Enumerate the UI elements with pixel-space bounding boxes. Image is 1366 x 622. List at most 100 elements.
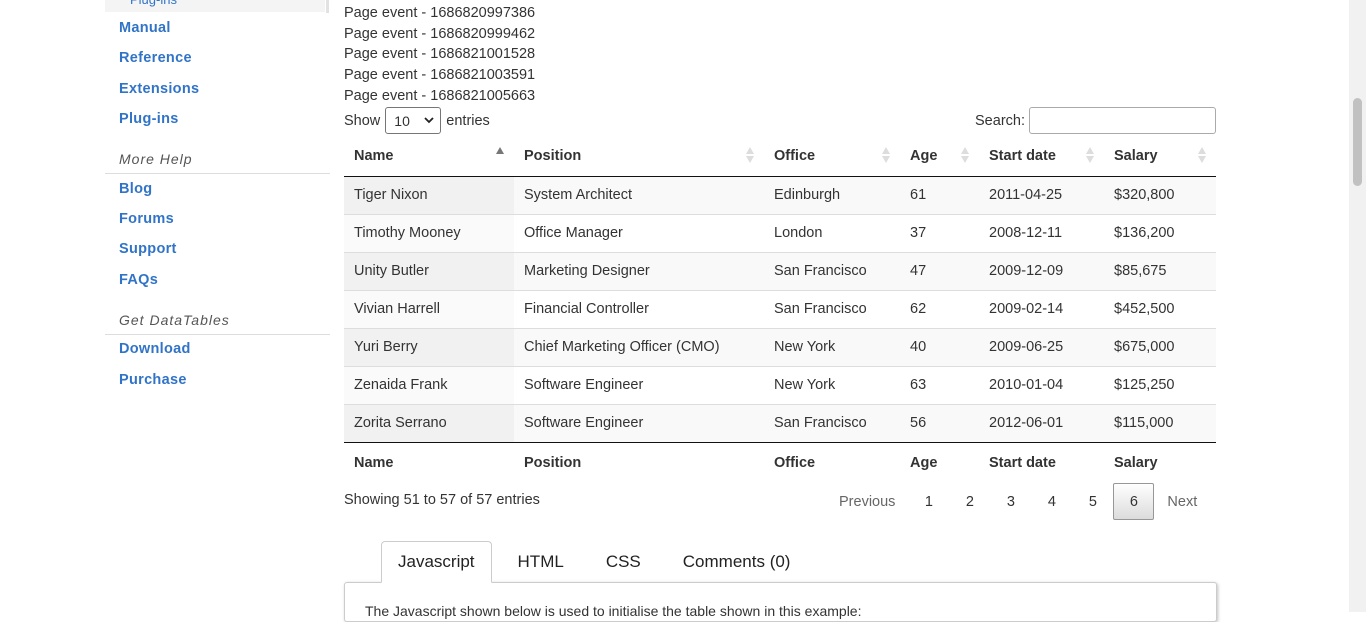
sidebar-link-purchase[interactable]: Purchase [119, 372, 187, 388]
page-button-1[interactable]: 1 [908, 483, 949, 520]
sidebar-link-support[interactable]: Support [119, 241, 177, 257]
event-log-line: Page event - 1686820999462 [344, 26, 536, 42]
sidebar-heading-more-help: More Help [119, 151, 193, 167]
tab-css[interactable]: CSS [590, 541, 657, 583]
next-page-button[interactable]: Next [1154, 483, 1210, 520]
sidebar-link-manual[interactable]: Manual [119, 20, 171, 36]
cell-position: Office Manager [514, 213, 764, 252]
cell-position: Software Engineer [514, 365, 764, 404]
cell-salary: $85,675 [1104, 251, 1216, 290]
page-button-4[interactable]: 4 [1031, 483, 1072, 520]
sort-both-icon [882, 145, 890, 165]
entries-length-control: Show 10 entries [344, 107, 490, 134]
cell-start-date: 2012-06-01 [979, 403, 1104, 442]
sidebar-link-faqs[interactable]: FAQs [119, 272, 158, 288]
cell-salary: $675,000 [1104, 327, 1216, 366]
footer-office: Office [764, 441, 900, 483]
cell-office: San Francisco [764, 289, 900, 328]
search-input[interactable] [1029, 107, 1216, 134]
cell-age: 62 [900, 289, 979, 328]
sidebar: Plug-ins Manual Reference Extensions Plu… [105, 0, 330, 612]
page-button-5[interactable]: 5 [1072, 483, 1113, 520]
table-footer-row: Name Position Office Age Start date Sala… [344, 441, 1216, 483]
sidebar-link-plug-ins[interactable]: Plug-ins [119, 111, 179, 127]
cell-name: Zenaida Frank [344, 365, 514, 404]
length-select-value: 10 [394, 112, 410, 129]
page-button-2[interactable]: 2 [949, 483, 990, 520]
table-row: Zenaida Frank Software Engineer New York… [344, 365, 1216, 404]
sort-both-icon [746, 145, 754, 165]
cell-salary: $320,800 [1104, 176, 1216, 214]
scrollbar-thumb[interactable] [1353, 98, 1362, 186]
cell-name: Timothy Mooney [344, 213, 514, 252]
cell-office: New York [764, 327, 900, 366]
column-header-position[interactable]: Position [514, 136, 764, 177]
footer-age: Age [900, 441, 979, 483]
cell-age: 61 [900, 176, 979, 214]
sidebar-divider [326, 0, 329, 13]
table-row: Unity Butler Marketing Designer San Fran… [344, 251, 1216, 290]
cell-office: London [764, 213, 900, 252]
pagination: Previous 1 2 3 4 5 6 Next [826, 483, 1210, 520]
sidebar-item-plug-ins-sub[interactable]: Plug-ins [105, 0, 325, 12]
event-log-line: Page event - 1686821001528 [344, 46, 536, 62]
column-header-name[interactable]: Name [344, 136, 514, 177]
previous-page-button[interactable]: Previous [826, 483, 908, 520]
length-prefix-label: Show [344, 112, 381, 129]
data-table: Name Position Office Age Start date Sala… [344, 136, 1216, 483]
page-button-6[interactable]: 6 [1113, 483, 1155, 520]
table-row: Vivian Harrell Financial Controller San … [344, 289, 1216, 328]
sidebar-heading-get-datatables: Get DataTables [119, 312, 230, 328]
table-info: Showing 51 to 57 of 57 entries [344, 492, 540, 508]
cell-name: Yuri Berry [344, 327, 514, 366]
tab-panel-javascript: The Javascript shown below is used to in… [344, 582, 1217, 622]
search-label: Search: [975, 112, 1025, 129]
cell-office: New York [764, 365, 900, 404]
column-header-age[interactable]: Age [900, 136, 979, 177]
sidebar-rule [105, 334, 330, 335]
cell-age: 63 [900, 365, 979, 404]
cell-start-date: 2010-01-04 [979, 365, 1104, 404]
cell-position: Financial Controller [514, 289, 764, 328]
sidebar-link-blog[interactable]: Blog [119, 181, 152, 197]
cell-office: San Francisco [764, 403, 900, 442]
page-button-3[interactable]: 3 [990, 483, 1031, 520]
tab-html[interactable]: HTML [502, 541, 580, 583]
cell-salary: $452,500 [1104, 289, 1216, 328]
cell-office: San Francisco [764, 251, 900, 290]
sidebar-link-extensions[interactable]: Extensions [119, 81, 199, 97]
event-log-line: Page event - 1686820997386 [344, 5, 536, 21]
event-log-line: Page event - 1686821003591 [344, 67, 536, 83]
cell-start-date: 2009-06-25 [979, 327, 1104, 366]
cell-name: Tiger Nixon [344, 176, 514, 214]
length-suffix-label: entries [446, 112, 490, 129]
entries-length-select[interactable]: 10 [385, 107, 442, 134]
table-row: Zorita Serrano Software Engineer San Fra… [344, 403, 1216, 442]
cell-salary: $136,200 [1104, 213, 1216, 252]
column-header-start-date[interactable]: Start date [979, 136, 1104, 177]
cell-position: Marketing Designer [514, 251, 764, 290]
sort-both-icon [1086, 145, 1094, 165]
sidebar-link-reference[interactable]: Reference [119, 50, 192, 66]
code-tabs: Javascript HTML CSS Comments (0) [381, 541, 816, 583]
footer-name: Name [344, 441, 514, 483]
cell-start-date: 2009-02-14 [979, 289, 1104, 328]
column-header-office[interactable]: Office [764, 136, 900, 177]
sidebar-link-download[interactable]: Download [119, 341, 191, 357]
cell-start-date: 2011-04-25 [979, 176, 1104, 214]
event-log-line: Page event - 1686821005663 [344, 88, 536, 104]
table-row: Yuri Berry Chief Marketing Officer (CMO)… [344, 327, 1216, 366]
page-scrollbar[interactable] [1349, 0, 1366, 612]
column-header-salary[interactable]: Salary [1104, 136, 1216, 177]
cell-start-date: 2009-12-09 [979, 251, 1104, 290]
sort-both-icon [1198, 145, 1206, 165]
tab-comments[interactable]: Comments (0) [667, 541, 807, 583]
table-row: Timothy Mooney Office Manager London 37 … [344, 213, 1216, 252]
tab-javascript[interactable]: Javascript [381, 541, 492, 583]
footer-position: Position [514, 441, 764, 483]
cell-name: Vivian Harrell [344, 289, 514, 328]
footer-start-date: Start date [979, 441, 1104, 483]
cell-age: 47 [900, 251, 979, 290]
cell-name: Zorita Serrano [344, 403, 514, 442]
sidebar-link-forums[interactable]: Forums [119, 211, 174, 227]
